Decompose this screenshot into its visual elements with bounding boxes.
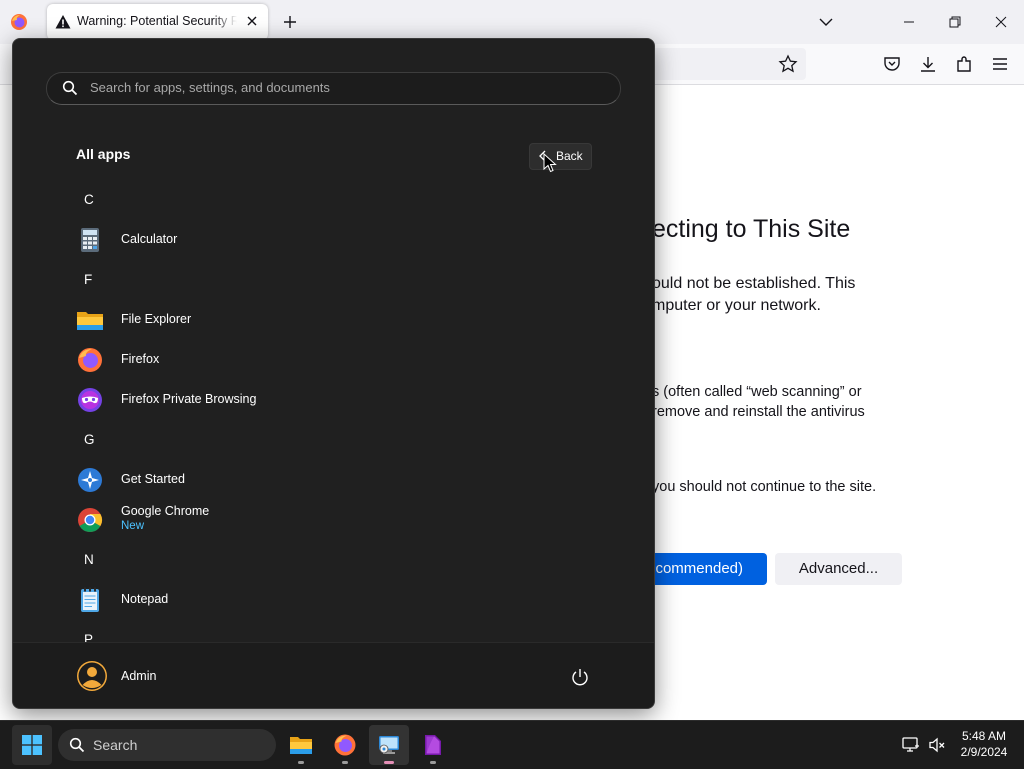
- search-icon: [69, 737, 85, 753]
- close-window-icon[interactable]: [989, 10, 1013, 34]
- tab-title: Warning: Potential Security Risk Ahead: [77, 14, 237, 28]
- advice-text-line: remove and reinstall the antivirus: [652, 404, 865, 420]
- letter-header-f[interactable]: F: [84, 272, 92, 287]
- app-notepad[interactable]: Notepad: [76, 582, 596, 618]
- start-search-input[interactable]: Search for apps, settings, and documents: [46, 72, 621, 105]
- new-tab-icon[interactable]: [280, 12, 300, 32]
- taskbar-search-box[interactable]: Search: [58, 729, 276, 761]
- chrome-icon: [78, 508, 103, 533]
- tab-security-warning[interactable]: Warning: Potential Security Risk Ahead: [47, 4, 268, 40]
- taskbar-remote-desktop[interactable]: [369, 725, 409, 765]
- start-button[interactable]: [12, 725, 52, 765]
- start-menu-footer: Admin: [13, 642, 654, 708]
- onenote-icon: [425, 735, 441, 755]
- letter-header-c[interactable]: C: [84, 192, 94, 207]
- restore-icon[interactable]: [943, 10, 967, 34]
- pocket-icon[interactable]: [882, 54, 902, 74]
- error-text-line: ould not be established. This: [652, 275, 856, 292]
- letter-header-n[interactable]: N: [84, 552, 94, 567]
- back-button[interactable]: Back: [529, 143, 592, 170]
- calculator-icon: [81, 228, 99, 252]
- clock-date: 2/9/2024: [960, 745, 1008, 759]
- app-get-started[interactable]: Get Started: [76, 462, 596, 498]
- firefox-icon[interactable]: [10, 13, 28, 31]
- minimize-icon[interactable]: [897, 10, 921, 34]
- power-icon[interactable]: [570, 667, 590, 687]
- network-icon[interactable]: [901, 735, 921, 755]
- go-back-button-label: commended): [655, 560, 743, 577]
- user-account-button[interactable]: Admin: [76, 660, 276, 692]
- user-avatar-icon: [77, 661, 107, 691]
- taskbar-onenote[interactable]: [413, 725, 453, 765]
- app-firefox-private-browsing[interactable]: Firefox Private Browsing: [76, 382, 596, 418]
- app-name: Get Started: [121, 472, 185, 486]
- downloads-icon[interactable]: [918, 54, 938, 74]
- error-text-line: mputer or your network.: [652, 297, 821, 314]
- start-menu: Search for apps, settings, and documents…: [12, 38, 655, 709]
- remote-desktop-icon: [379, 736, 399, 754]
- taskbar-firefox[interactable]: [325, 725, 365, 765]
- firefox-private-icon: [78, 388, 102, 412]
- letter-header-g[interactable]: G: [84, 432, 95, 447]
- taskbar-search-label: Search: [93, 737, 138, 753]
- file-explorer-icon: [290, 737, 312, 754]
- volume-muted-icon[interactable]: [927, 735, 947, 755]
- chevron-down-icon[interactable]: [816, 12, 836, 32]
- app-calculator[interactable]: Calculator: [76, 222, 596, 258]
- app-name: File Explorer: [121, 312, 192, 326]
- warning-text: you should not continue to the site.: [652, 479, 877, 495]
- page-title: ecting to This Site: [652, 215, 851, 243]
- firefox-icon: [334, 734, 356, 756]
- app-google-chrome[interactable]: Google Chrome New: [76, 502, 596, 538]
- extensions-icon[interactable]: [954, 54, 974, 74]
- warning-icon: [55, 15, 71, 29]
- active-indicator: [384, 761, 394, 764]
- notepad-icon: [81, 587, 99, 612]
- back-button-label: Back: [556, 149, 583, 163]
- system-clock[interactable]: 5:48 AM 2/9/2024: [952, 728, 1016, 760]
- taskbar-file-explorer[interactable]: [281, 725, 321, 765]
- app-name: Notepad: [121, 592, 169, 606]
- menu-icon[interactable]: [990, 54, 1010, 74]
- bookmark-star-icon[interactable]: [778, 54, 798, 74]
- running-indicator: [298, 761, 304, 764]
- advanced-button[interactable]: Advanced...: [775, 553, 902, 585]
- app-firefox[interactable]: Firefox: [76, 342, 596, 378]
- go-back-button[interactable]: commended): [640, 553, 767, 585]
- app-name: Calculator: [121, 232, 178, 246]
- file-explorer-icon: [77, 312, 103, 330]
- app-name: Firefox: [121, 352, 160, 366]
- search-placeholder: Search for apps, settings, and documents: [90, 80, 330, 95]
- close-tab-icon[interactable]: [244, 13, 260, 29]
- new-badge: New: [121, 520, 145, 532]
- user-name: Admin: [121, 669, 157, 683]
- running-indicator: [342, 761, 348, 764]
- running-indicator: [430, 761, 436, 764]
- get-started-icon: [78, 468, 102, 492]
- all-apps-heading: All apps: [76, 146, 131, 162]
- advice-text-line: s (often called “web scanning” or: [652, 384, 862, 400]
- app-file-explorer[interactable]: File Explorer: [76, 302, 596, 338]
- taskbar: Search 5:48 AM 2/9/2024: [0, 720, 1024, 769]
- mouse-cursor-icon: [543, 153, 557, 173]
- clock-time: 5:48 AM: [961, 729, 1007, 743]
- windows-logo-icon: [22, 735, 42, 755]
- app-name: Firefox Private Browsing: [121, 392, 257, 406]
- search-icon: [62, 80, 78, 96]
- app-name: Google Chrome: [121, 504, 210, 518]
- firefox-icon: [78, 348, 102, 372]
